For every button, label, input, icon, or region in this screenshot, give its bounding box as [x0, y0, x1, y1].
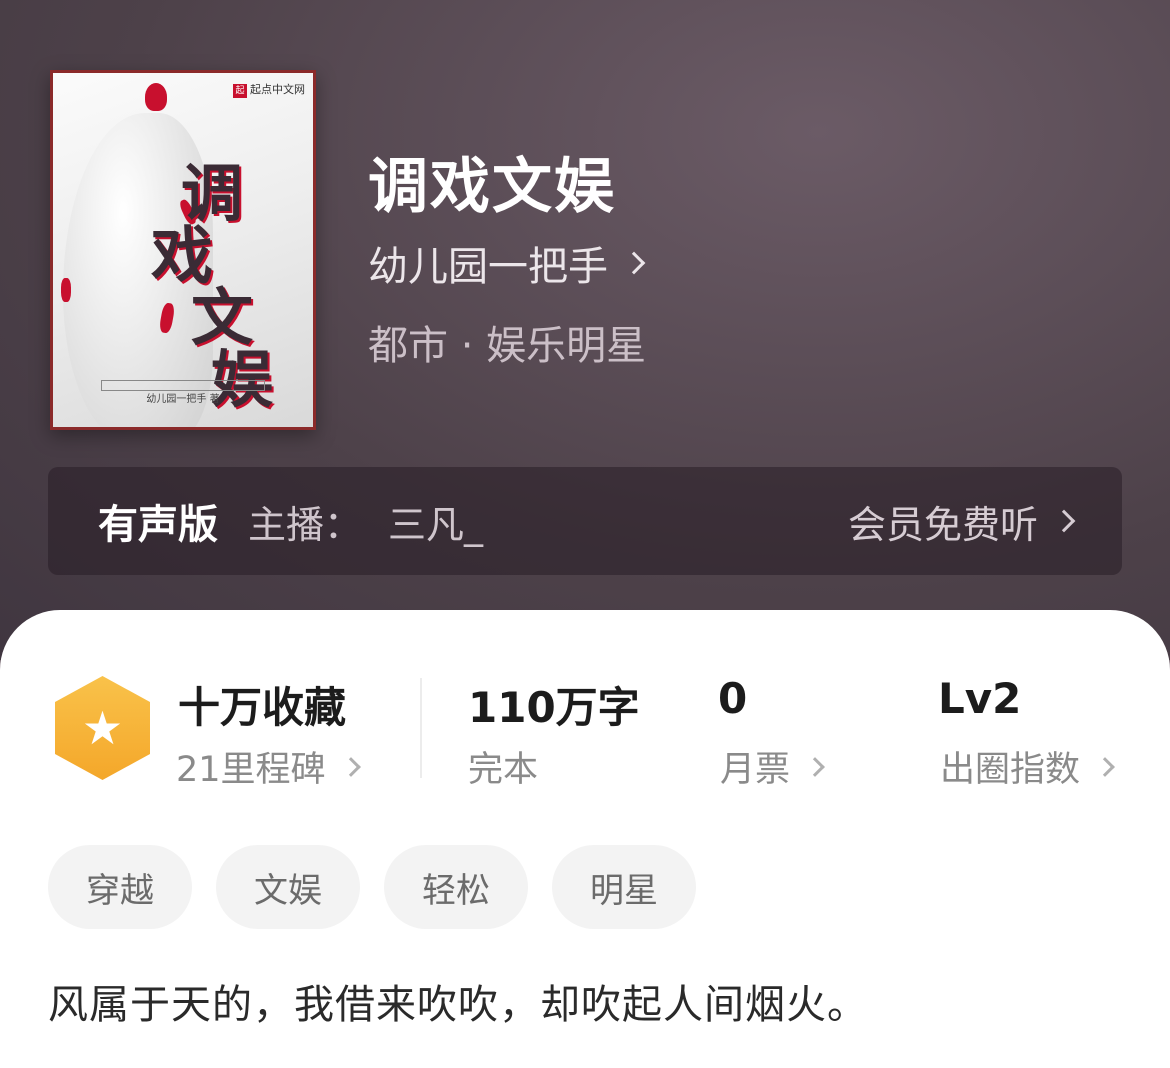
book-category: 都市 · 娱乐明星: [368, 323, 647, 369]
popularity-link[interactable]: 出圈指数: [940, 741, 1115, 792]
audio-title: 有声版: [98, 502, 218, 548]
popularity-label: 出圈指数: [940, 750, 1081, 790]
chevron-right-icon: [1095, 756, 1115, 777]
tag-list: 穿越 文娱 轻松 明星: [48, 845, 696, 929]
word-count: 110万字: [468, 683, 640, 732]
cover-title: 调 戏 文 娱: [151, 157, 301, 411]
star-icon: ★: [81, 701, 124, 755]
stats-divider: [420, 678, 422, 778]
chevron-right-icon: [340, 756, 361, 777]
publisher-name: 起点中文网: [250, 83, 305, 96]
tag-item[interactable]: 穿越: [48, 845, 192, 929]
popularity-level: Lv2: [938, 674, 1022, 723]
audio-listen-button[interactable]: 会员免费听: [847, 494, 1076, 549]
publisher-badge: 起: [233, 84, 247, 98]
chevron-right-icon: [805, 756, 825, 777]
audio-version-bar[interactable]: 有声版 主播： 三凡_ 会员免费听: [48, 467, 1122, 575]
cover-nail: [61, 278, 71, 302]
chevron-right-icon: [622, 251, 646, 275]
milestone-link[interactable]: 21里程碑: [176, 741, 361, 792]
completion-label: 完本: [468, 750, 539, 790]
book-intro[interactable]: 风属于天的，我借来吹吹，却吹起人间烟火。: [48, 972, 868, 1030]
cover-title-char: 文: [191, 281, 254, 354]
tag-item[interactable]: 文娱: [216, 845, 360, 929]
audio-host-label: 主播：: [248, 502, 363, 547]
book-cover[interactable]: 起起点中文网 调 戏 文 娱 幼儿园一把手 著: [50, 70, 316, 430]
tag-item[interactable]: 明星: [552, 845, 696, 929]
cover-publisher-logo: 起起点中文网: [233, 81, 305, 98]
cover-author: 幼儿园一把手 著: [146, 394, 220, 405]
chevron-right-icon: [1052, 509, 1076, 533]
milestone-label: 21里程碑: [176, 750, 326, 790]
book-title: 调戏文娱: [368, 152, 616, 222]
cover-title-char: 调: [181, 157, 244, 230]
monthly-ticket-count: 0: [718, 674, 748, 723]
monthly-ticket-label: 月票: [720, 750, 791, 790]
author-name: 幼儿园一把手: [368, 244, 608, 290]
completion-status: 完本: [468, 741, 538, 792]
audio-host-name: 三凡_: [388, 502, 484, 547]
audio-cta-label: 会员免费听: [847, 502, 1038, 547]
tag-item[interactable]: 轻松: [384, 845, 528, 929]
cover-lip: [145, 83, 167, 111]
cover-title-char: 戏: [151, 219, 214, 292]
monthly-ticket-link[interactable]: 月票: [720, 741, 825, 792]
collect-count: 十万收藏: [178, 683, 347, 732]
author-link[interactable]: 幼儿园一把手: [368, 234, 646, 292]
